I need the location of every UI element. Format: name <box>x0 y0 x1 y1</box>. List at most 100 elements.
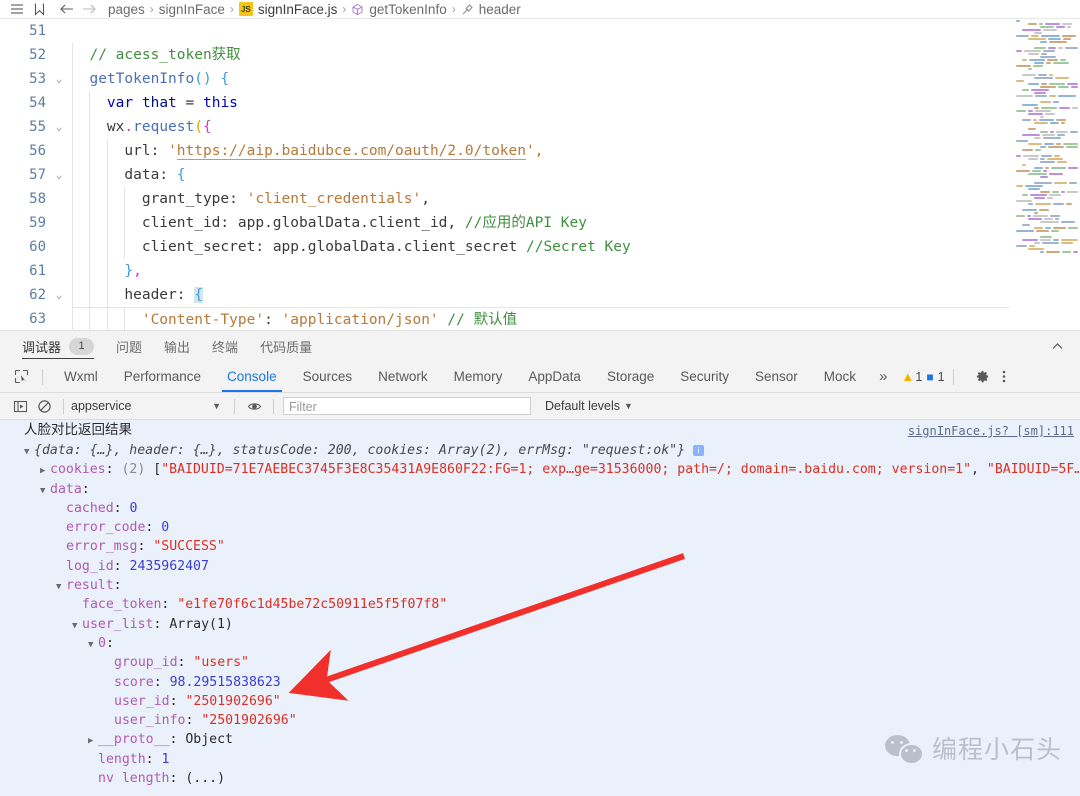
code-line[interactable]: 55 ⌄ wx.request({ <box>0 115 1010 139</box>
code-line[interactable]: 51 <box>0 19 1010 43</box>
execute-context-icon[interactable] <box>8 395 32 417</box>
devtools-tab-memory[interactable]: Memory <box>441 362 516 392</box>
filter-input[interactable]: Filter <box>283 397 531 415</box>
console-row[interactable]: log_id: 2435962407 <box>0 557 1080 576</box>
row-spacer <box>104 675 114 694</box>
console-row[interactable]: face_token: "e1fe70f6c1d45be72c50911e5f5… <box>0 595 1080 614</box>
expand-triangle-down-icon[interactable]: ▼ <box>24 443 34 462</box>
code-line[interactable]: 63 'Content-Type': 'application/json' //… <box>0 307 1010 330</box>
console-row[interactable]: user_info: "2501902696" <box>0 711 1080 730</box>
indent-guide <box>106 163 108 187</box>
panel-tab-0[interactable]: 调试器 1 <box>22 331 95 361</box>
breadcrumb-item-pages[interactable]: pages <box>108 2 145 17</box>
console-row[interactable]: ▼ result: <box>0 576 1080 595</box>
warning-triangle-icon: ▲ <box>901 369 915 384</box>
console-row[interactable]: ▼ 0: <box>0 634 1080 653</box>
console-row[interactable]: error_code: 0 <box>0 518 1080 537</box>
arrow-right-icon[interactable] <box>78 0 100 18</box>
devtools-tab-network[interactable]: Network <box>365 362 441 392</box>
code-line[interactable]: 61 }, <box>0 259 1010 283</box>
context-selector[interactable]: appservice ▼ <box>71 399 227 413</box>
bookmark-icon[interactable] <box>28 0 50 18</box>
expand-triangle-down-icon[interactable]: ▼ <box>56 578 66 597</box>
code-line[interactable]: 57 ⌄ data: { <box>0 163 1010 187</box>
expand-triangle-down-icon[interactable]: ▼ <box>40 482 50 501</box>
devtools-tab-sensor[interactable]: Sensor <box>742 362 811 392</box>
console-row[interactable]: ▼ user_list: Array(1) <box>0 615 1080 634</box>
log-level-selector[interactable]: Default levels ▼ <box>545 399 633 413</box>
panel-tab-strip[interactable]: 调试器 1 问题 输出 终端 代码质量 <box>0 331 1080 361</box>
js-file-icon: JS <box>238 2 253 16</box>
console-toolbar[interactable]: appservice ▼ Filter Default levels ▼ <box>0 393 1080 420</box>
expand-triangle-right-icon[interactable]: ▶ <box>40 462 50 481</box>
console-token: : <box>113 578 122 594</box>
watermark-text: 编程小石头 <box>931 735 1062 764</box>
code-text: wx.request({ <box>72 115 1010 139</box>
devtools-tab-strip[interactable]: Wxml Performance Console Sources Network Memo… <box>0 361 1080 393</box>
console-row[interactable]: nv length: (...) <box>0 769 1080 788</box>
issue-counters[interactable]: ▲ 1 ■ 1 <box>901 369 944 384</box>
panel-tab-2[interactable]: 输出 <box>164 331 190 361</box>
breadcrumb-item-gettokeninfo[interactable]: getTokenInfo <box>369 2 446 17</box>
clear-console-icon[interactable] <box>32 395 56 417</box>
console-row[interactable]: user_id: "2501902696" <box>0 692 1080 711</box>
panel-tab-3[interactable]: 终端 <box>212 331 238 361</box>
more-tabs-icon[interactable]: » <box>869 368 897 385</box>
panel-tab-4[interactable]: 代码质量 <box>260 331 312 361</box>
fold-chevron-down-icon[interactable]: ⌄ <box>52 115 66 139</box>
fold-chevron-down-icon[interactable]: ⌄ <box>52 67 66 91</box>
console-row[interactable]: group_id: "users" <box>0 653 1080 672</box>
fold-chevron-down-icon[interactable]: ⌄ <box>52 283 66 307</box>
console-token: (2) <box>121 462 146 478</box>
code-editor[interactable]: 51 52 // acess_token获取 53 ⌄ getTokenInfo() … <box>0 19 1080 330</box>
breadcrumb-item-file[interactable]: signInFace.js <box>258 2 338 17</box>
arrow-left-icon[interactable] <box>56 0 78 18</box>
expand-triangle-down-icon[interactable]: ▼ <box>72 617 82 636</box>
devtools-tab-storage[interactable]: Storage <box>594 362 667 392</box>
devtools-tab-performance[interactable]: Performance <box>111 362 214 392</box>
code-text: }, <box>72 259 1010 283</box>
expand-triangle-right-icon[interactable]: ▶ <box>88 732 98 751</box>
live-expression-icon[interactable] <box>242 395 266 417</box>
gear-icon[interactable] <box>970 364 996 390</box>
indent-guide <box>72 67 73 91</box>
devtools-tab-console[interactable]: Console <box>214 362 290 392</box>
code-line[interactable]: 56 url: 'https://aip.baidubce.com/oauth/… <box>0 139 1010 163</box>
editor-minimap[interactable] <box>1010 19 1080 330</box>
breadcrumb: pages › signInFace › JS signInFace.js › … <box>0 0 1080 19</box>
console-row[interactable]: score: 98.29515838623 <box>0 673 1080 692</box>
code-line[interactable]: 53 ⌄ getTokenInfo() { <box>0 67 1010 91</box>
devtools-tab-security[interactable]: Security <box>667 362 742 392</box>
code-line[interactable]: 59 client_id: app.globalData.client_id, … <box>0 211 1010 235</box>
code-line[interactable]: 54 var that = this <box>0 91 1010 115</box>
console-row[interactable]: ▶ cookies: (2) ["BAIDUID=71E7AEBEC3745F3E… <box>0 460 1080 479</box>
devtools-tab-appdata[interactable]: AppData <box>515 362 594 392</box>
breadcrumb-item-signinface[interactable]: signInFace <box>159 2 225 17</box>
console-source-link[interactable]: signInFace.js? [sm]:111 <box>908 424 1074 438</box>
fold-chevron-down-icon[interactable]: ⌄ <box>52 163 66 187</box>
console-row[interactable]: error_msg: "SUCCESS" <box>0 537 1080 556</box>
indent-guide <box>72 163 73 187</box>
code-line[interactable]: 60 client_secret: app.globalData.client_… <box>0 235 1010 259</box>
chevron-up-icon[interactable] <box>1048 337 1066 355</box>
indent-guide <box>89 235 91 259</box>
panel-tab-1[interactable]: 问题 <box>116 331 142 361</box>
console-token: data <box>50 481 82 497</box>
inspect-element-icon[interactable] <box>8 364 34 390</box>
indent-guide <box>124 308 126 330</box>
code-line[interactable]: 62 ⌄ header: { <box>0 283 1010 307</box>
devtools-tab-wxml[interactable]: Wxml <box>51 362 111 392</box>
code-lines[interactable]: 51 52 // acess_token获取 53 ⌄ getTokenInfo() … <box>0 19 1010 330</box>
console-row[interactable]: cached: 0 <box>0 499 1080 518</box>
code-line[interactable]: 58 grant_type: 'client_credentials', <box>0 187 1010 211</box>
console-row[interactable]: ▼ data: <box>0 480 1080 499</box>
expand-triangle-down-icon[interactable]: ▼ <box>88 636 98 655</box>
console-row[interactable]: ▼ {data: {…}, header: {…}, statusCode: 20… <box>0 441 1080 460</box>
code-line[interactable]: 52 // acess_token获取 <box>0 43 1010 67</box>
devtools-tab-mock[interactable]: Mock <box>811 362 869 392</box>
more-vertical-icon[interactable] <box>996 364 1012 390</box>
devtools-tab-sources[interactable]: Sources <box>290 362 366 392</box>
hamburger-menu-icon[interactable] <box>6 0 28 18</box>
breadcrumb-item-header[interactable]: header <box>479 2 521 17</box>
indent-guide <box>124 211 126 235</box>
